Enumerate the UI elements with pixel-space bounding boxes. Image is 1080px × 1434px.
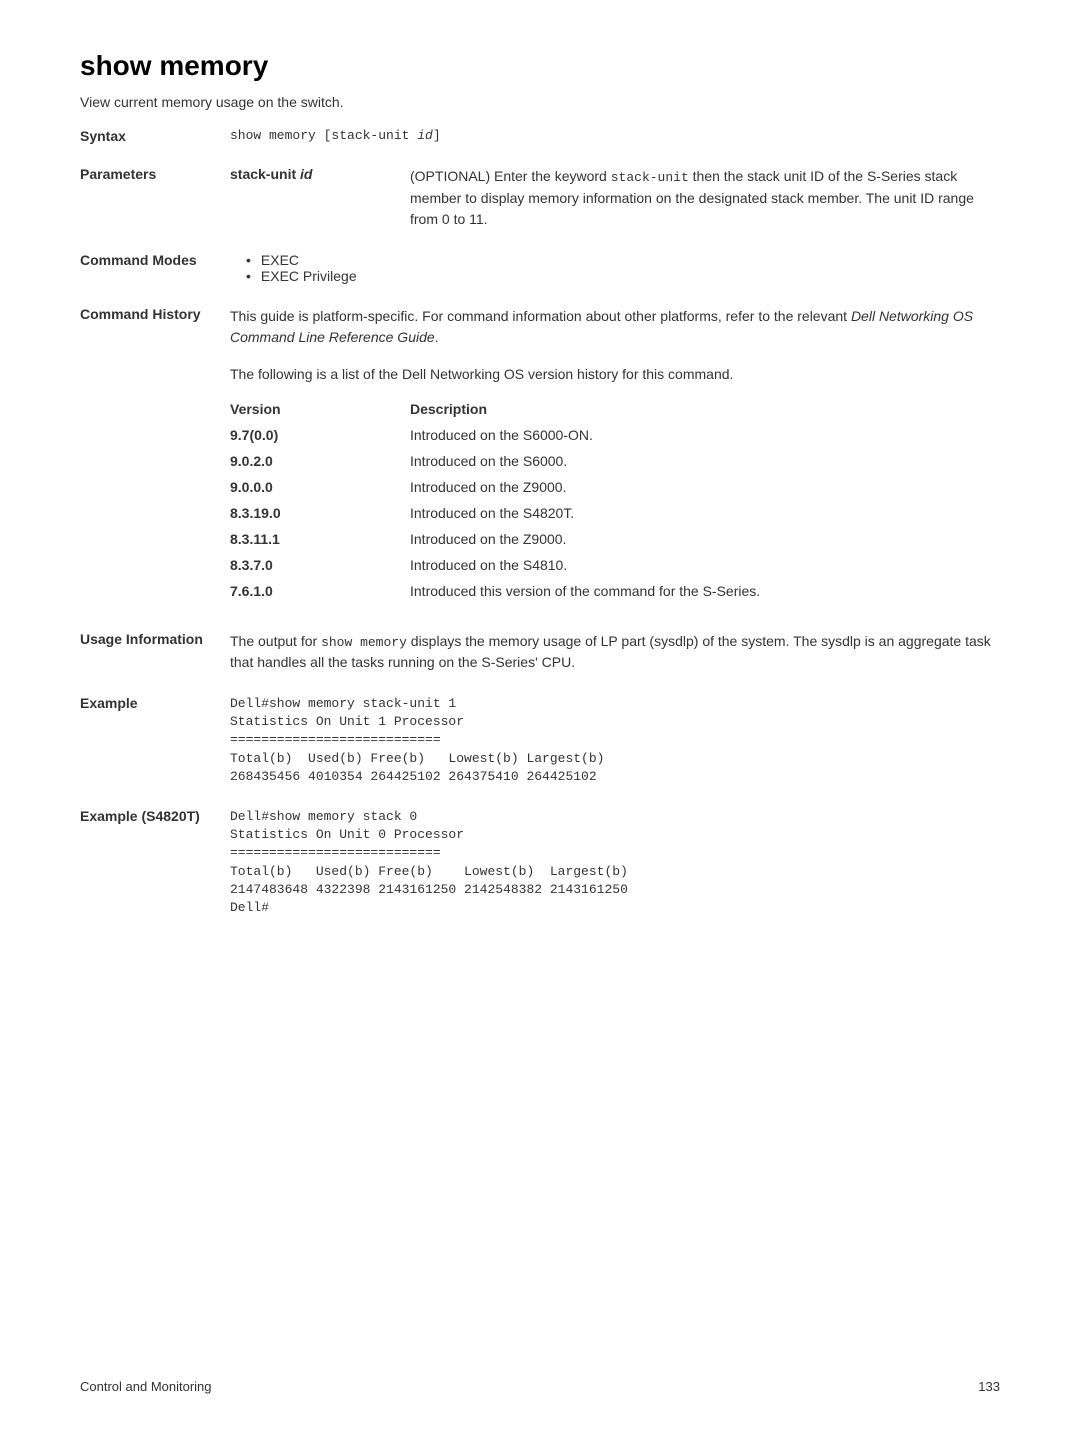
command-history-row: Command History This guide is platform-s…	[80, 306, 1000, 609]
page-footer: Control and Monitoring 133	[80, 1379, 1000, 1394]
footer-left: Control and Monitoring	[80, 1379, 212, 1394]
version-cell: 9.7(0.0)	[230, 427, 410, 443]
syntax-label: Syntax	[80, 128, 230, 144]
description-cell: Introduced on the Z9000.	[410, 531, 1000, 547]
example1-label: Example	[80, 695, 230, 786]
list-item: EXEC Privilege	[246, 268, 1000, 284]
version-header: Version	[230, 401, 410, 417]
parameters-content: stack-unit id (OPTIONAL) Enter the keywo…	[230, 166, 1000, 230]
command-modes-label: Command Modes	[80, 252, 230, 284]
command-history-label: Command History	[80, 306, 230, 609]
param-name-param: id	[300, 166, 312, 182]
parameters-row: Parameters stack-unit id (OPTIONAL) Ente…	[80, 166, 1000, 230]
command-history-content: This guide is platform-specific. For com…	[230, 306, 1000, 609]
subtitle-text: View current memory usage on the switch.	[80, 94, 1000, 110]
param-name-prefix: stack-unit	[230, 166, 300, 182]
usage-info-label: Usage Information	[80, 631, 230, 674]
usage-prefix: The output for	[230, 633, 321, 649]
version-cell: 9.0.0.0	[230, 479, 410, 495]
example2-content: Dell#show memory stack 0 Statistics On U…	[230, 808, 1000, 917]
usage-info-content: The output for show memory displays the …	[230, 631, 1000, 674]
description-cell: Introduced on the Z9000.	[410, 479, 1000, 495]
version-cell: 7.6.1.0	[230, 583, 410, 599]
parameters-label: Parameters	[80, 166, 230, 230]
history-para1-prefix: This guide is platform-specific. For com…	[230, 308, 851, 324]
page-title: show memory	[80, 50, 1000, 82]
syntax-end: ]	[433, 128, 441, 143]
list-item: EXEC	[246, 252, 1000, 268]
footer-right: 133	[978, 1379, 1000, 1394]
param-desc: (OPTIONAL) Enter the keyword stack-unit …	[410, 166, 1000, 230]
description-cell: Introduced on the S4810.	[410, 557, 1000, 573]
description-cell: Introduced this version of the command f…	[410, 583, 1000, 599]
version-cell: 8.3.19.0	[230, 505, 410, 521]
history-para1: This guide is platform-specific. For com…	[230, 306, 1000, 348]
param-desc-code: stack-unit	[611, 170, 689, 185]
syntax-command: show memory [stack-unit	[230, 128, 417, 143]
example1-code: Dell#show memory stack-unit 1 Statistics…	[230, 695, 1000, 786]
example2-row: Example (S4820T) Dell#show memory stack …	[80, 808, 1000, 917]
example2-label: Example (S4820T)	[80, 808, 230, 917]
example1-row: Example Dell#show memory stack-unit 1 St…	[80, 695, 1000, 786]
history-para1-suffix: .	[435, 329, 439, 345]
version-cell: 8.3.7.0	[230, 557, 410, 573]
version-cell: 9.0.2.0	[230, 453, 410, 469]
history-para2: The following is a list of the Dell Netw…	[230, 364, 1000, 385]
description-cell: Introduced on the S6000.	[410, 453, 1000, 469]
syntax-row: Syntax show memory [stack-unit id]	[80, 128, 1000, 144]
description-header: Description	[410, 401, 1000, 417]
description-cell: Introduced on the S6000-ON.	[410, 427, 1000, 443]
command-modes-row: Command Modes EXEC EXEC Privilege	[80, 252, 1000, 284]
version-cell: 8.3.11.1	[230, 531, 410, 547]
syntax-param: id	[417, 128, 433, 143]
param-desc-prefix: (OPTIONAL) Enter the keyword	[410, 168, 611, 184]
description-cell: Introduced on the S4820T.	[410, 505, 1000, 521]
example2-code: Dell#show memory stack 0 Statistics On U…	[230, 808, 1000, 917]
usage-info-row: Usage Information The output for show me…	[80, 631, 1000, 674]
example1-content: Dell#show memory stack-unit 1 Statistics…	[230, 695, 1000, 786]
usage-code: show memory	[321, 635, 407, 650]
syntax-content: show memory [stack-unit id]	[230, 128, 1000, 144]
command-modes-content: EXEC EXEC Privilege	[230, 252, 1000, 284]
param-name: stack-unit id	[230, 166, 410, 230]
version-table: Version Description 9.7(0.0) Introduced …	[230, 401, 1000, 599]
